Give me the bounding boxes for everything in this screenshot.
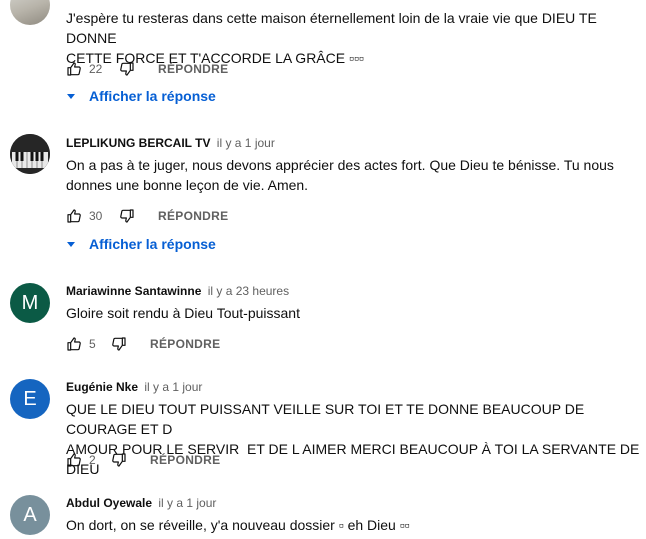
avatar[interactable]: A — [10, 495, 50, 535]
comment-actions: 22 RÉPONDRE — [66, 59, 228, 79]
comment-actions: 30 RÉPONDRE — [66, 206, 228, 226]
show-replies-button[interactable]: Afficher la réponse — [64, 236, 216, 252]
comment-actions: 5 RÉPONDRE — [66, 334, 220, 354]
avatar-letter: M — [21, 291, 39, 314]
author-name[interactable]: Eugénie Nke — [66, 380, 138, 394]
piano-keys-icon — [10, 134, 50, 174]
thumbs-up-icon[interactable] — [66, 61, 82, 77]
like-count: 2 — [89, 453, 96, 467]
avatar[interactable]: M — [10, 283, 50, 323]
thumbs-up-icon[interactable] — [66, 336, 82, 352]
comment-header: Mariawinne Santawinne il y a 23 heures — [66, 283, 289, 299]
author-name[interactable]: Mariawinne Santawinne — [66, 284, 201, 298]
comment-header: LEPLIKUNG BERCAIL TV il y a 1 jour — [66, 135, 275, 151]
thumbs-up-icon[interactable] — [66, 452, 82, 468]
reply-button[interactable]: RÉPONDRE — [150, 337, 220, 351]
comment-header: Eugénie Nke il y a 1 jour — [66, 379, 202, 395]
timestamp[interactable]: il y a 1 jour — [158, 496, 216, 510]
thumbs-down-icon[interactable] — [111, 336, 127, 352]
avatar-letter: E — [23, 387, 37, 410]
show-replies-label: Afficher la réponse — [89, 88, 216, 104]
thumbs-down-icon[interactable] — [111, 452, 127, 468]
caret-down-icon — [67, 93, 75, 99]
reply-button[interactable]: RÉPONDRE — [158, 62, 228, 76]
thumbs-down-icon[interactable] — [119, 208, 135, 224]
avatar[interactable]: E — [10, 379, 50, 419]
avatar-letter: A — [23, 503, 37, 526]
timestamp[interactable]: il y a 1 jour — [217, 136, 275, 150]
avatar[interactable] — [10, 0, 50, 25]
thumbs-down-icon[interactable] — [119, 61, 135, 77]
caret-down-icon — [67, 241, 75, 247]
reply-button[interactable]: RÉPONDRE — [150, 453, 220, 467]
avatar[interactable] — [10, 134, 50, 174]
comment-header: Abdul Oyewale il y a 1 jour — [66, 495, 216, 511]
timestamp[interactable]: il y a 23 heures — [208, 284, 289, 298]
comment-actions: 2 RÉPONDRE — [66, 450, 220, 470]
author-name[interactable]: LEPLIKUNG BERCAIL TV — [66, 136, 210, 150]
timestamp[interactable]: il y a 1 jour — [144, 380, 202, 394]
like-count: 22 — [89, 62, 103, 76]
like-count: 30 — [89, 209, 103, 223]
comment-text: On a pas à te juger, nous devons appréci… — [66, 157, 614, 193]
author-name[interactable]: Abdul Oyewale — [66, 496, 152, 510]
comment-text: Gloire soit rendu à Dieu Tout-puissant — [66, 305, 300, 321]
comment-text: On dort, on se réveille, y'a nouveau dos… — [66, 517, 410, 533]
reply-button[interactable]: RÉPONDRE — [158, 209, 228, 223]
show-replies-button[interactable]: Afficher la réponse — [64, 88, 216, 104]
thumbs-up-icon[interactable] — [66, 208, 82, 224]
like-count: 5 — [89, 337, 96, 351]
show-replies-label: Afficher la réponse — [89, 236, 216, 252]
